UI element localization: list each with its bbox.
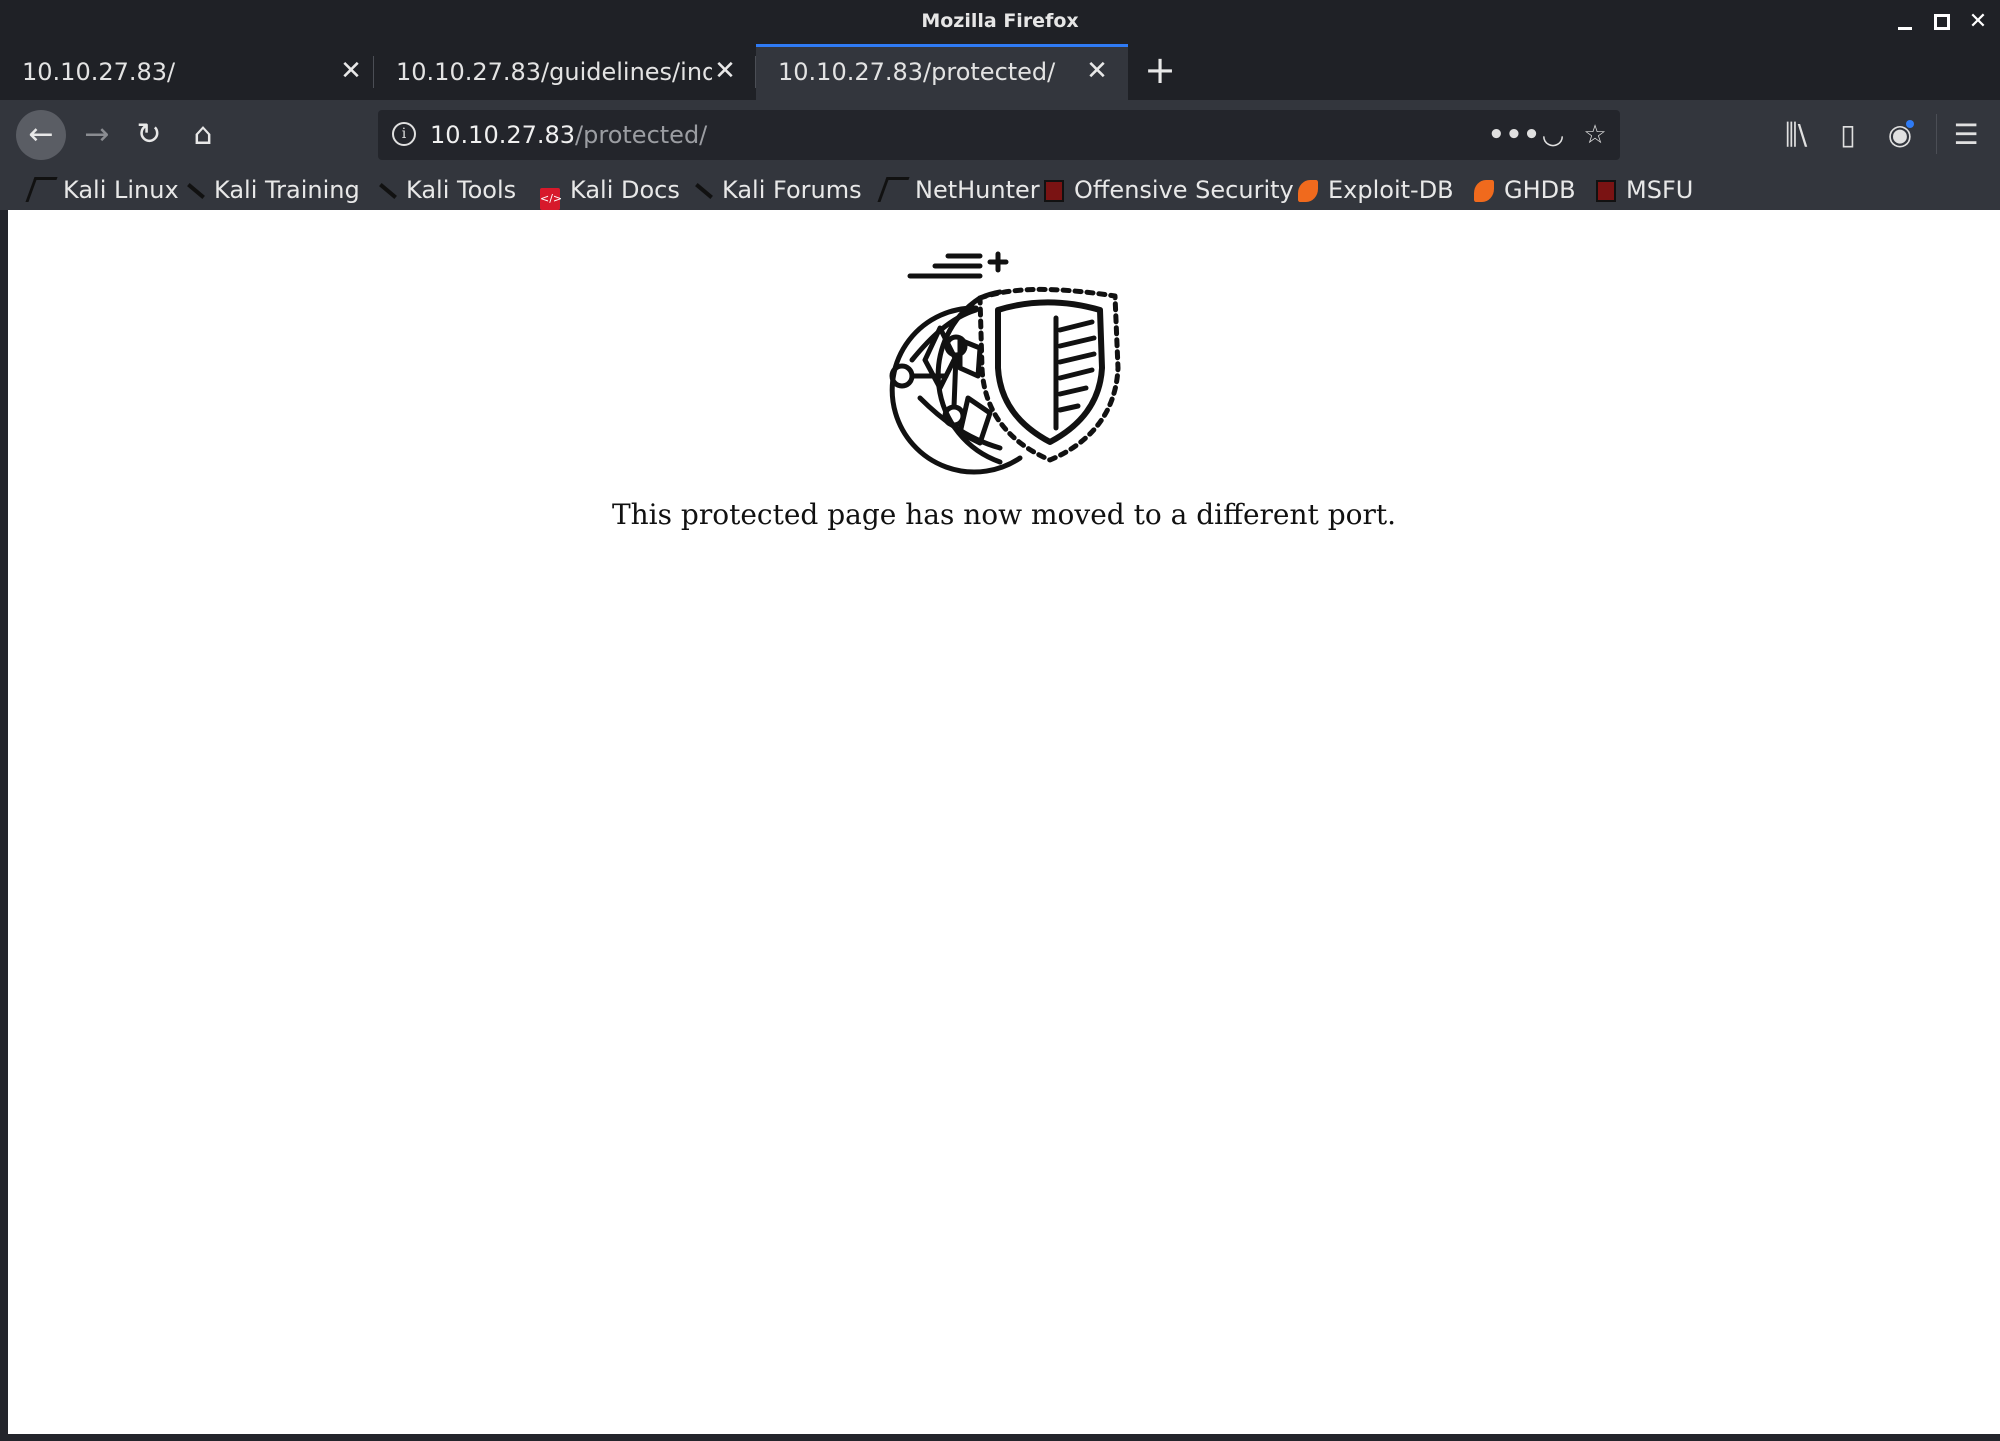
reload-button[interactable]: ↻	[124, 110, 174, 160]
bookmark-nethunter[interactable]: NetHunter	[877, 172, 1040, 208]
bookmark-label: Offensive Security	[1074, 176, 1294, 204]
bookmark-label: Exploit-DB	[1328, 176, 1454, 204]
kali-docs-icon: </>	[540, 188, 562, 210]
tab-home[interactable]: 10.10.27.83/ ✕	[0, 44, 374, 100]
bookmarks-toolbar: Kali Linux Kali Training Kali Tools </> K…	[0, 170, 2000, 210]
url-bar[interactable]: i 10.10.27.83/protected/ ••• ◡ ☆	[378, 110, 1620, 160]
tab-protected[interactable]: 10.10.27.83/protected/ ✕	[756, 44, 1128, 100]
bookmark-kali-training[interactable]: Kali Training	[184, 172, 360, 208]
page-actions-icon[interactable]: •••	[1488, 118, 1540, 152]
tab-guidelines[interactable]: 10.10.27.83/guidelines/index ✕	[374, 44, 756, 100]
kali-icon	[692, 180, 712, 202]
new-tab-button[interactable]: +	[1140, 48, 1180, 96]
tab-close-icon[interactable]: ✕	[712, 56, 738, 86]
bookmark-label: Kali Training	[214, 176, 360, 204]
bookmark-kali-tools[interactable]: Kali Tools	[376, 172, 516, 208]
kali-dragon-icon	[877, 177, 910, 202]
kali-icon	[376, 180, 396, 202]
bookmark-label: Kali Linux	[63, 176, 179, 204]
tab-close-icon[interactable]: ✕	[338, 56, 364, 86]
minimize-icon[interactable]	[1894, 10, 1918, 34]
bookmark-msfu[interactable]: MSFU	[1596, 172, 1693, 208]
kali-icon	[184, 180, 204, 202]
url-path: /protected/	[575, 121, 708, 149]
url-text[interactable]: 10.10.27.83/protected/	[430, 121, 707, 149]
bookmark-label: Kali Docs	[570, 176, 680, 204]
bookmark-label: NetHunter	[915, 176, 1040, 204]
navigation-toolbar: ← → ↻ ⌂ i 10.10.27.83/protected/ ••• ◡ ☆…	[0, 100, 2000, 170]
protected-page-message: This protected page has now moved to a d…	[611, 498, 1397, 531]
kali-dragon-icon	[25, 177, 58, 202]
bookmark-kali-linux[interactable]: Kali Linux	[25, 172, 179, 208]
toolbar-separator	[1936, 114, 1937, 154]
browser-window: Mozilla Firefox ✕ 10.10.27.83/ ✕ 10.10.2…	[0, 0, 2000, 1441]
tab-bar: 10.10.27.83/ ✕ 10.10.27.83/guidelines/in…	[0, 44, 2000, 100]
tab-label: 10.10.27.83/	[22, 58, 176, 86]
offsec-icon	[1596, 180, 1616, 202]
site-info-icon[interactable]: i	[392, 122, 416, 146]
library-icon[interactable]: ⫼\	[1774, 112, 1818, 158]
bookmark-label: Kali Tools	[406, 176, 517, 204]
forward-button[interactable]: →	[72, 110, 122, 160]
sidebar-icon[interactable]: ▯	[1826, 112, 1870, 158]
tab-label: 10.10.27.83/protected/	[778, 58, 1056, 86]
maximize-icon[interactable]	[1930, 10, 1954, 34]
bookmark-ghdb[interactable]: GHDB	[1474, 172, 1576, 208]
tab-label: 10.10.27.83/guidelines/index	[396, 58, 712, 86]
exploit-db-icon	[1298, 180, 1318, 202]
tab-close-icon[interactable]: ✕	[1084, 56, 1110, 86]
bookmark-kali-docs[interactable]: </> Kali Docs	[540, 172, 680, 210]
bookmark-label: GHDB	[1504, 176, 1576, 204]
bookmark-label: Kali Forums	[722, 176, 862, 204]
url-host: 10.10.27.83	[430, 121, 576, 149]
bookmark-offensive-security[interactable]: Offensive Security	[1044, 172, 1294, 208]
pocket-icon[interactable]: ◡	[1536, 118, 1570, 152]
back-button[interactable]: ←	[16, 110, 66, 160]
home-button[interactable]: ⌂	[178, 110, 228, 160]
bookmark-label: MSFU	[1626, 176, 1694, 204]
window-bottom-border	[0, 1434, 2000, 1441]
bookmark-kali-forums[interactable]: Kali Forums	[692, 172, 862, 208]
shield-globe-icon	[889, 251, 1121, 475]
offsec-icon	[1044, 180, 1064, 202]
close-window-icon[interactable]: ✕	[1966, 10, 1990, 34]
title-bar: Mozilla Firefox ✕	[0, 0, 2000, 44]
exploit-db-icon	[1474, 180, 1494, 202]
page-content: This protected page has now moved to a d…	[8, 210, 2000, 1434]
account-icon[interactable]: ◉	[1878, 112, 1922, 158]
hamburger-menu-icon[interactable]: ☰	[1944, 112, 1988, 158]
bookmark-star-icon[interactable]: ☆	[1578, 118, 1612, 152]
bookmark-exploit-db[interactable]: Exploit-DB	[1298, 172, 1454, 208]
window-title: Mozilla Firefox	[921, 10, 1079, 32]
